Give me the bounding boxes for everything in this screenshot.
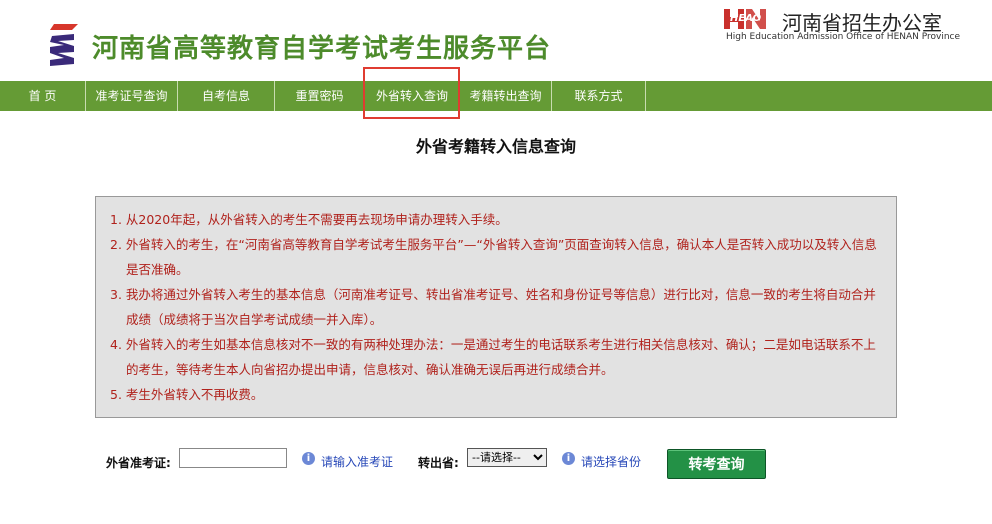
platform-logo-icon [50, 24, 78, 66]
site-title: 河南省高等教育自学考试考生服务平台 [92, 34, 552, 64]
nav-item-contact[interactable]: 联系方式 [552, 81, 646, 111]
nav-item-reset-password[interactable]: 重置密码 [275, 81, 365, 111]
nav-item-self-exam-info[interactable]: 自考信息 [178, 81, 275, 111]
nav-item-home[interactable]: 首 页 [0, 81, 86, 111]
org-logo: HEAO 河南省招生办公室 High Education Admission O… [722, 3, 984, 43]
notice-item: 5. 考生外省转入不再收费。 [110, 387, 264, 402]
heao-logo-text: HEAO [730, 13, 762, 24]
notice-box: 1. 从2020年起，从外省转入的考生不需要再去现场申请办理转入手续。 2. 外… [95, 196, 897, 418]
exam-id-input[interactable] [179, 448, 287, 468]
exam-id-hint: 请输入准考证 [321, 455, 394, 469]
page-title: 外省考籍转入信息查询 [415, 137, 576, 156]
main-nav: 首 页 准考证号查询 自考信息 重置密码 外省转入查询 考籍转出查询 联系方式 [0, 81, 992, 111]
nav-item-transfer-out-query[interactable]: 考籍转出查询 [460, 81, 552, 111]
notice-item: 3. 我办将通过外省转入考生的基本信息（河南准考证号、转出省准考证号、姓名和身份… [110, 287, 876, 327]
province-select[interactable]: --请选择-- [467, 448, 547, 467]
notice-item: 2. 外省转入的考生，在“河南省高等教育自学考试考生服务平台”—“外省转入查询”… [110, 237, 877, 277]
active-nav-highlight [363, 67, 460, 119]
query-form: 外省准考证: i 请输入准考证 转出省: --请选择-- i 请选择省份 转考查… [0, 448, 992, 484]
province-label: 转出省: [418, 456, 459, 470]
notice-item: 4. 外省转入的考生如基本信息核对不一致的有两种处理办法：一是通过考生的电话联系… [110, 337, 876, 377]
org-name-en: High Education Admission Office of HENAN… [726, 32, 961, 42]
nav-item-exam-id-query[interactable]: 准考证号查询 [86, 81, 178, 111]
transfer-query-button[interactable]: 转考查询 [667, 449, 766, 479]
info-icon: i [562, 452, 575, 465]
heao-logo-icon: HEAO [722, 7, 780, 29]
info-icon: i [302, 452, 315, 465]
province-hint: 请选择省份 [581, 455, 642, 469]
notice-item: 1. 从2020年起，从外省转入的考生不需要再去现场申请办理转入手续。 [110, 212, 508, 227]
header: 河南省高等教育自学考试考生服务平台 HEAO 河南省招生办公室 High Edu… [0, 0, 992, 78]
exam-id-label: 外省准考证: [106, 456, 171, 470]
